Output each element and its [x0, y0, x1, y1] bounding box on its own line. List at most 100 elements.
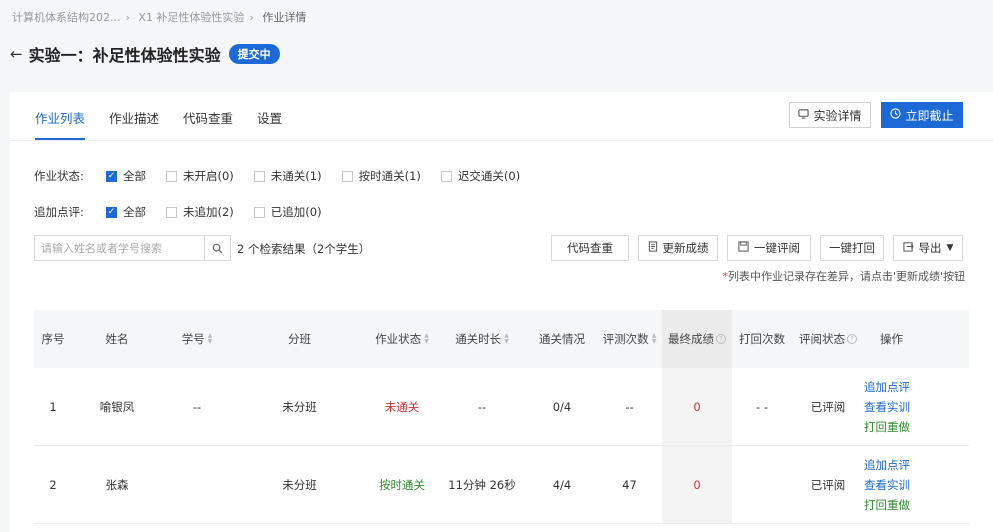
search-input[interactable] — [35, 236, 205, 260]
col-actions: 操作 — [880, 332, 903, 346]
return-redo-link[interactable]: 打回重做 — [864, 419, 910, 435]
main-card: 作业列表 作业描述 代码查重 设置 实验详情 立即截止 作业状态: ✓ 全部 未开… — [10, 92, 993, 532]
checkbox[interactable] — [253, 206, 265, 218]
checkbox[interactable] — [166, 170, 177, 182]
sort-icon[interactable]: ▲ ▼ — [208, 333, 213, 345]
save-icon — [738, 241, 749, 255]
add-comment-link[interactable]: 追加点评 — [864, 457, 910, 473]
cell-status: 按时通关 — [379, 477, 425, 492]
option-label: 未通关(1) — [270, 169, 322, 183]
col-review-status: 评阅状态? — [792, 331, 864, 347]
status-option-on-time[interactable]: 按时通关(1) — [341, 168, 421, 184]
batch-review-button[interactable]: 一键评阅 — [727, 235, 811, 261]
search-box — [34, 235, 231, 261]
sort-icon[interactable]: ▲ ▼ — [652, 333, 657, 345]
status-option-late[interactable]: 迟交通关(0) — [440, 168, 520, 184]
tab-code-check[interactable]: 代码查重 — [183, 92, 233, 140]
breadcrumb-item-experiment[interactable]: X1 补足性体验性实验 — [138, 11, 244, 24]
comment-filter-row: 追加点评: ✓ 全部 未追加(2) 已追加(0) — [34, 204, 342, 220]
col-class: 分班 — [288, 332, 311, 346]
help-icon[interactable]: ? — [716, 334, 726, 344]
export-dropdown[interactable]: 导出 ▼ — [893, 235, 963, 261]
cell-progress: 0/4 — [552, 399, 572, 414]
sort-icon[interactable]: ▲ ▼ — [424, 333, 429, 345]
comment-option-all[interactable]: ✓ 全部 — [106, 204, 146, 220]
cell-duration: 11分钟 26秒 — [448, 477, 516, 492]
cell-progress: 4/4 — [552, 477, 572, 492]
checkbox[interactable] — [166, 206, 177, 218]
col-name: 姓名 — [105, 332, 129, 346]
option-label: 未开启(0) — [183, 169, 234, 183]
tab-homework-list[interactable]: 作业列表 — [35, 92, 86, 140]
cell-actions: 追加点评 查看实训 打回重做 — [864, 379, 919, 435]
export-icon — [902, 241, 914, 255]
checkbox-checked[interactable]: ✓ — [106, 170, 117, 182]
help-icon[interactable]: ? — [847, 334, 857, 344]
checkbox[interactable] — [253, 170, 265, 182]
status-option-not-started[interactable]: 未开启(0) — [166, 168, 234, 184]
cell-actions: 追加点评 查看实训 打回重做 — [864, 457, 919, 513]
breadcrumb-item-current: 作业详情 — [262, 11, 307, 24]
export-label: 导出 — [918, 241, 942, 255]
cell-returns: - - — [756, 399, 768, 414]
caret-down-icon: ▼ — [946, 243, 954, 253]
sort-icon[interactable]: ▲ ▼ — [504, 333, 509, 345]
comment-filter-label: 追加点评: — [34, 205, 84, 219]
status-option-not-passed[interactable]: 未通关(1) — [253, 168, 322, 184]
col-student-id-label: 学号 — [181, 332, 205, 346]
status-badge: 提交中 — [228, 44, 280, 64]
search-icon[interactable] — [204, 236, 230, 260]
monitor-icon — [798, 108, 810, 122]
option-label: 全部 — [123, 169, 146, 183]
batch-return-button[interactable]: 一键打回 — [820, 235, 884, 261]
option-label: 按时通关(1) — [358, 169, 421, 183]
col-progress: 通关情况 — [539, 332, 585, 346]
col-duration[interactable]: 通关时长 ▲ ▼ — [437, 331, 527, 347]
col-tests[interactable]: 评测次数 ▲ ▼ — [597, 331, 662, 347]
experiment-detail-label: 实验详情 — [813, 108, 862, 123]
checkbox[interactable] — [440, 170, 452, 182]
submit-now-button[interactable]: 立即截止 — [881, 102, 963, 128]
page-title: 实验一：补足性体验性实验 — [28, 46, 221, 65]
col-final-score: 最终成绩? — [662, 310, 732, 368]
status-option-all[interactable]: ✓ 全部 — [106, 168, 146, 184]
return-redo-link[interactable]: 打回重做 — [864, 497, 910, 513]
submit-now-label: 立即截止 — [905, 108, 954, 123]
cell-status: 未通关 — [384, 399, 420, 414]
back-arrow-icon[interactable]: ← — [10, 45, 23, 63]
option-label: 未追加(2) — [183, 205, 234, 219]
experiment-detail-button[interactable]: 实验详情 — [789, 102, 871, 128]
view-training-link[interactable]: 查看实训 — [864, 477, 910, 493]
action-links: 追加点评 查看实训 打回重做 — [864, 379, 910, 435]
tab-divider — [10, 140, 993, 141]
cell-tests: 47 — [622, 477, 637, 492]
col-returns: 打回次数 — [739, 332, 785, 346]
tab-settings[interactable]: 设置 — [257, 92, 282, 140]
table-row: 1 喻银凤 -- 未分班 未通关 -- 0/4 -- 0 - - 已评阅 追加点… — [34, 368, 969, 446]
cell-name: 喻银凤 — [99, 399, 135, 414]
comment-option-not-added[interactable]: 未追加(2) — [166, 204, 234, 220]
cell-final-score: 0 — [662, 446, 732, 523]
tab-homework-description[interactable]: 作业描述 — [109, 92, 159, 140]
col-status[interactable]: 作业状态 ▲ ▼ — [367, 331, 437, 347]
homework-table: 序号 姓名 学号 ▲ ▼ 分班 作业状态 ▲ ▼ 通关时长 ▲ ▼ 通关情况 评测次数 ▲ ▼ … — [34, 310, 969, 524]
checkbox[interactable] — [341, 170, 353, 182]
status-filter-label: 作业状态: — [34, 169, 84, 183]
view-training-link[interactable]: 查看实训 — [864, 399, 910, 415]
title-row: ← 实验一：补足性体验性实验 提交中 — [10, 42, 280, 66]
clock-icon — [890, 108, 902, 122]
add-comment-link[interactable]: 追加点评 — [864, 379, 910, 395]
checkbox-checked[interactable]: ✓ — [106, 206, 117, 218]
col-student-id[interactable]: 学号 ▲ ▼ — [162, 331, 232, 347]
col-duration-label: 通关时长 — [455, 332, 502, 346]
search-result-count: 2 个检索结果（2个学生） — [237, 242, 371, 256]
breadcrumb-separator: › — [249, 11, 254, 24]
table-row: 2 张森 未分班 按时通关 11分钟 26秒 4/4 47 0 已评阅 追加点评… — [34, 446, 969, 524]
code-check-button[interactable]: 代码查重 — [551, 235, 629, 261]
table-header: 序号 姓名 学号 ▲ ▼ 分班 作业状态 ▲ ▼ 通关时长 ▲ ▼ 通关情况 评测次数 ▲ ▼ … — [34, 310, 969, 368]
cell-tests: -- — [625, 399, 634, 414]
cell-class: 未分班 — [282, 477, 317, 492]
breadcrumb-item-course[interactable]: 计算机体系结构202... — [12, 11, 121, 24]
update-score-button[interactable]: 更新成绩 — [638, 235, 718, 261]
comment-option-added[interactable]: 已追加(0) — [253, 204, 322, 220]
